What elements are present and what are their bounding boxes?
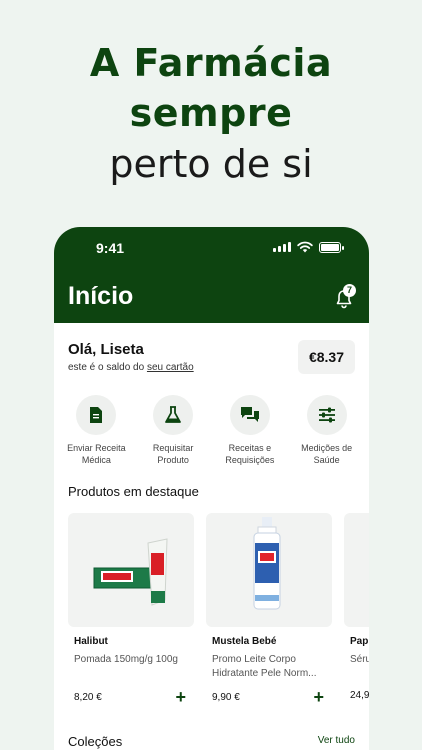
greeting: Olá, Liseta este é o saldo do seu cartão xyxy=(68,341,194,373)
notification-badge: 7 xyxy=(343,284,356,297)
product-desc: Promo Leite Corpo Hidratante Pele Norm..… xyxy=(212,654,317,679)
product-name: Papi xyxy=(350,636,369,647)
quick-actions: Enviar Receita Médica Requisitar Produto R… xyxy=(54,395,369,466)
product-image-halibut xyxy=(68,513,194,627)
see-all-link[interactable]: Ver tudo xyxy=(318,735,355,746)
status-time: 9:41 xyxy=(96,240,125,256)
action-prescriptions-requests[interactable]: Receitas e Requisições xyxy=(213,395,287,466)
battery-icon xyxy=(319,241,344,253)
headline-line-3: perto de si xyxy=(109,142,313,186)
featured-products: Halibut Pomada 150mg/g 100g 8,20 € + Mus… xyxy=(68,513,369,706)
card-link[interactable]: seu cartão xyxy=(147,362,194,373)
action-label-2: Produto xyxy=(157,455,189,465)
action-label-2: Saúde xyxy=(313,455,340,465)
headline-line-2: sempre xyxy=(129,91,293,135)
page-title: Início xyxy=(68,282,134,310)
product-price: 24,9 xyxy=(350,690,369,701)
product-price: 9,90 € xyxy=(212,691,240,703)
action-label-1: Requisitar xyxy=(152,443,194,453)
status-icons xyxy=(273,241,344,253)
product-name: Halibut xyxy=(74,636,108,647)
headline-line-1: A Farmácia xyxy=(89,41,333,85)
product-price: 8,20 € xyxy=(74,691,102,703)
action-label-2: Requisições xyxy=(225,455,275,465)
product-desc: Séru xyxy=(350,654,369,665)
product-image xyxy=(344,513,369,627)
product-card[interactable]: Halibut Pomada 150mg/g 100g 8,20 € + xyxy=(68,513,194,706)
featured-title: Produtos em destaque xyxy=(68,484,199,499)
greeting-subtitle: este é o saldo do seu cartão xyxy=(68,362,194,373)
chat-icon xyxy=(229,395,270,435)
action-health-measurements[interactable]: Medições de Saúde xyxy=(290,395,364,466)
add-to-cart-button[interactable]: + xyxy=(313,688,324,706)
action-label-1: Receitas e xyxy=(228,443,272,453)
sliders-icon xyxy=(306,395,347,435)
product-desc: Pomada 150mg/g 100g xyxy=(74,654,178,665)
app-header: 9:41 Início 7 xyxy=(54,227,369,323)
signal-icon xyxy=(273,242,291,252)
document-icon xyxy=(76,395,117,435)
add-to-cart-button[interactable]: + xyxy=(175,688,186,706)
flask-icon xyxy=(153,395,194,435)
action-label-1: Enviar Receita xyxy=(67,443,126,453)
wifi-icon xyxy=(297,241,313,253)
product-card[interactable]: Mustela Bebé Promo Leite Corpo Hidratant… xyxy=(206,513,332,706)
collections-title: Coleções xyxy=(68,734,123,749)
product-card[interactable]: Papi Séru 24,9 xyxy=(344,513,369,704)
product-image-mustela xyxy=(206,513,332,627)
action-request-product[interactable]: Requisitar Produto xyxy=(136,395,210,466)
action-label-2: Médica xyxy=(81,455,111,465)
phone-mockup: 9:41 Início 7 Olá, Liseta este é o saldo… xyxy=(54,227,369,750)
card-balance[interactable]: €8.37 xyxy=(298,340,355,374)
subtitle-text: este é o saldo do xyxy=(68,362,147,373)
promo-headline: A Farmácia sempre perto de si xyxy=(0,38,422,190)
action-label-1: Medições de xyxy=(301,443,353,453)
greeting-name: Olá, Liseta xyxy=(68,341,144,358)
action-send-prescription[interactable]: Enviar Receita Médica xyxy=(59,395,133,466)
product-name: Mustela Bebé xyxy=(212,636,277,647)
